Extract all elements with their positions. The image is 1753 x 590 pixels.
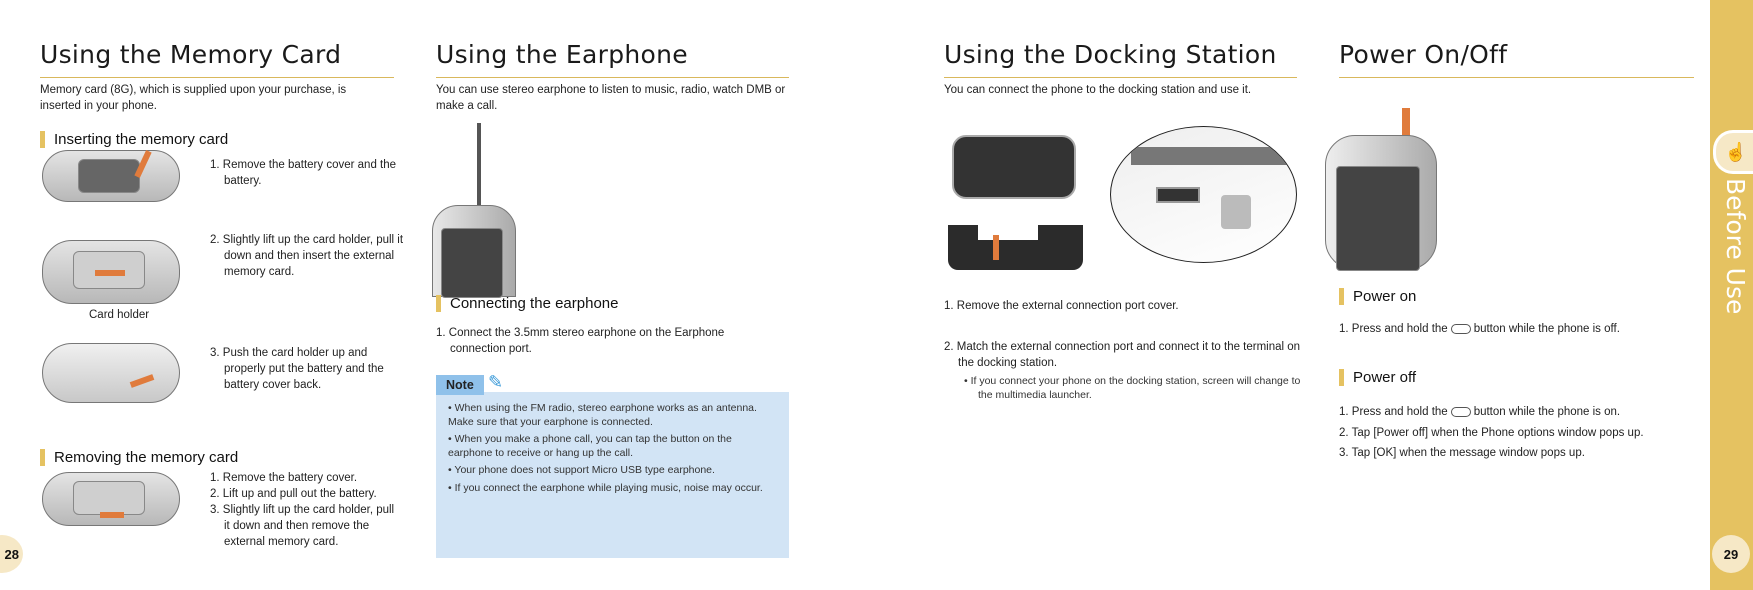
remove-steps: 1. Remove the battery cover. 2. Lift up … — [210, 470, 395, 550]
docking-intro: You can connect the phone to the docking… — [944, 84, 1252, 96]
phone-earphone-image — [432, 205, 516, 298]
note-item: • If you connect the earphone while play… — [448, 481, 763, 494]
power-off-step-2: 2. Tap [Power off] when the Phone option… — [1339, 426, 1644, 439]
phone-cover-image — [42, 343, 180, 403]
connecting-heading: Connecting the earphone — [436, 295, 618, 312]
title-rule — [40, 77, 394, 78]
side-tab-label: Before Use — [1721, 178, 1750, 315]
docking-station-image — [948, 205, 1083, 270]
phone-power-image — [1325, 135, 1437, 271]
title-rule — [1339, 77, 1694, 78]
note-item: • When using the FM radio, stereo earpho… — [448, 402, 757, 428]
earphone-title: Using the Earphone — [436, 40, 688, 69]
power-button-icon — [1450, 323, 1471, 334]
power-off-step-1: 1. Press and hold the button while the ph… — [1339, 406, 1621, 418]
note-item: • When you make a phone call, you can ta… — [448, 433, 732, 459]
phone-docking-image — [952, 135, 1076, 199]
insert-step-1: 1. Remove the battery cover and the batt… — [210, 159, 397, 187]
note-label: Note — [436, 375, 484, 395]
remove-step-3: 3. Slightly lift up the card holder, pul… — [210, 504, 395, 548]
inserting-heading: Inserting the memory card — [40, 131, 228, 148]
docking-title: Using the Docking Station — [944, 40, 1277, 69]
insert-step-3: 3. Push the card holder up and properly … — [210, 347, 384, 391]
power-on-heading: Power on — [1339, 288, 1416, 305]
docking-step-2: 2. Match the external connection port an… — [944, 341, 1301, 369]
note-list: • When using the FM radio, stereo earpho… — [436, 392, 789, 505]
card-holder-label: Card holder — [89, 309, 150, 321]
page-number-right: 29 — [1712, 535, 1750, 573]
title-rule — [436, 77, 789, 78]
memory-intro: Memory card (8G), which is supplied upon… — [40, 84, 347, 112]
memory-card-title: Using the Memory Card — [40, 40, 342, 69]
note-box: • When using the FM radio, stereo earpho… — [436, 392, 789, 558]
remove-step-2: 2. Lift up and pull out the battery. — [210, 488, 377, 500]
title-rule — [944, 77, 1297, 78]
earphone-intro: You can use stereo earphone to listen to… — [436, 84, 786, 112]
removing-heading: Removing the memory card — [40, 449, 238, 466]
docking-bullet: • If you connect your phone on the docki… — [964, 375, 1301, 401]
port-closeup-image — [1110, 126, 1297, 263]
power-off-step-3: 3. Tap [OK] when the message window pops… — [1339, 447, 1585, 459]
power-off-steps: 1. Press and hold the button while the ph… — [1339, 402, 1644, 464]
docking-step-1: 1. Remove the external connection port c… — [944, 300, 1179, 312]
note-item: • Your phone does not support Micro USB … — [448, 464, 715, 476]
arrow-icon — [95, 270, 125, 276]
arrow-down-icon — [993, 235, 999, 260]
power-on-step: 1. Press and hold the button while the ph… — [1339, 323, 1620, 335]
remove-step-1: 1. Remove the battery cover. — [210, 472, 358, 484]
phone-battery-image — [42, 150, 180, 202]
power-off-heading: Power off — [1339, 369, 1416, 386]
power-button-icon — [1450, 406, 1471, 417]
insert-step-2: 2. Slightly lift up the card holder, pul… — [210, 234, 404, 278]
page-number-left: 28 — [0, 535, 23, 573]
earphone-step-1: 1. Connect the 3.5mm stereo earphone on … — [436, 327, 725, 355]
pencil-icon: ✎ — [488, 372, 504, 392]
hand-pointing-icon: ☝ — [1713, 130, 1753, 174]
power-title: Power On/Off — [1339, 40, 1508, 69]
arrow-icon — [100, 512, 124, 518]
